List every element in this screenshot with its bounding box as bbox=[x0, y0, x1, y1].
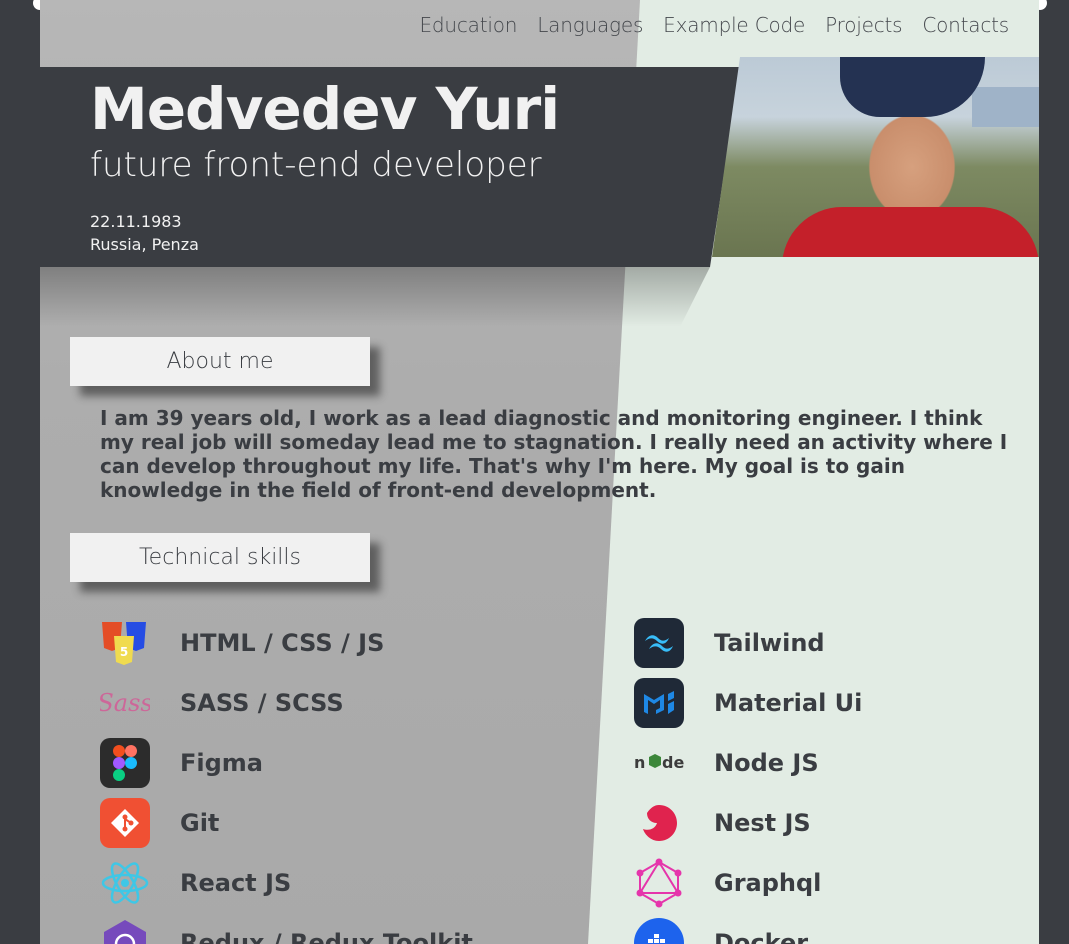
nav-contacts[interactable]: Contacts bbox=[922, 13, 1009, 37]
hero-shadow bbox=[40, 267, 710, 327]
skill-item: Graphql bbox=[634, 857, 821, 909]
nav-example-code[interactable]: Example Code bbox=[663, 13, 805, 37]
skill-label: React JS bbox=[180, 869, 292, 897]
graphql-icon bbox=[634, 858, 684, 908]
about-text: I am 39 years old, I work as a lead diag… bbox=[100, 406, 1008, 502]
skill-item: Figma bbox=[100, 737, 263, 789]
react-icon bbox=[100, 858, 150, 908]
nestjs-icon bbox=[634, 798, 684, 848]
top-navigation: Education Languages Example Code Project… bbox=[419, 13, 1009, 37]
about-title: About me bbox=[70, 337, 370, 386]
person-meta: 22.11.1983 Russia, Penza bbox=[90, 210, 199, 256]
sass-icon: Sass bbox=[100, 678, 150, 728]
docker-icon bbox=[634, 918, 684, 944]
nodejs-icon: n de bbox=[634, 738, 684, 788]
figma-icon bbox=[100, 738, 150, 788]
nav-languages[interactable]: Languages bbox=[537, 13, 643, 37]
skill-label: Node JS bbox=[714, 749, 819, 777]
skill-label: Graphql bbox=[714, 869, 822, 897]
html-css-js-icon: 5 bbox=[100, 618, 150, 668]
nav-education[interactable]: Education bbox=[419, 13, 517, 37]
material-ui-icon bbox=[634, 678, 684, 728]
skill-label: Material Ui bbox=[714, 689, 863, 717]
nav-projects[interactable]: Projects bbox=[825, 13, 902, 37]
photo-water bbox=[972, 87, 1039, 127]
skill-label: Tailwind bbox=[714, 629, 825, 657]
skill-item: Docker bbox=[634, 917, 808, 944]
profile-photo bbox=[712, 57, 1039, 257]
photo-jacket bbox=[782, 207, 1039, 257]
hero-banner: Medvedev Yuri future front-end developer… bbox=[40, 67, 740, 267]
svg-text:de: de bbox=[662, 753, 684, 772]
resume-page: Education Languages Example Code Project… bbox=[40, 0, 1039, 944]
git-icon bbox=[100, 798, 150, 848]
person-role: future front-end developer bbox=[90, 145, 542, 185]
redux-icon bbox=[100, 918, 150, 944]
skills-title: Technical skills bbox=[70, 533, 370, 582]
person-name: Medvedev Yuri bbox=[90, 75, 560, 143]
skill-item: Material Ui bbox=[634, 677, 862, 729]
skill-label: Redux / Redux Toolkit bbox=[180, 929, 473, 944]
skill-item: n de Node JS bbox=[634, 737, 819, 789]
svg-text:Sass: Sass bbox=[100, 689, 150, 717]
birthdate: 22.11.1983 bbox=[90, 212, 182, 231]
tailwind-icon bbox=[634, 618, 684, 668]
skill-item: Nest JS bbox=[634, 797, 811, 849]
location: Russia, Penza bbox=[90, 235, 199, 254]
skill-label: Figma bbox=[180, 749, 264, 777]
skill-label: HTML / CSS / JS bbox=[180, 629, 385, 657]
skill-item: Sass SASS / SCSS bbox=[100, 677, 344, 729]
photo-cap bbox=[840, 57, 985, 117]
skill-item: React JS bbox=[100, 857, 291, 909]
skill-label: Git bbox=[180, 809, 220, 837]
skill-item: Tailwind bbox=[634, 617, 825, 669]
skill-label: Nest JS bbox=[714, 809, 811, 837]
skill-item: 5 HTML / CSS / JS bbox=[100, 617, 384, 669]
skill-label: SASS / SCSS bbox=[180, 689, 344, 717]
svg-text:5: 5 bbox=[120, 645, 128, 659]
skill-item: Git bbox=[100, 797, 219, 849]
skill-item: Redux / Redux Toolkit bbox=[100, 917, 473, 944]
svg-text:n: n bbox=[634, 753, 645, 772]
skill-label: Docker bbox=[714, 929, 809, 944]
